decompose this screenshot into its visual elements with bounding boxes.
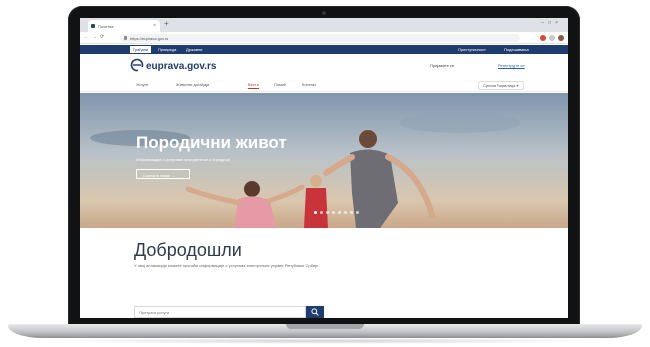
welcome-subtitle: У овој апликацији можете пронаћи информа… bbox=[134, 263, 319, 268]
hero-title: Породични живот bbox=[136, 133, 287, 152]
language-select-value: Српски ћирилица bbox=[483, 83, 516, 88]
euprava-logo-icon[interactable] bbox=[130, 58, 144, 72]
carousel-dot[interactable] bbox=[326, 211, 329, 214]
topstrip-link-accessibility[interactable]: Приступачност bbox=[458, 47, 486, 52]
hero-banner: Породични живот Информације о услугама з… bbox=[80, 93, 568, 228]
welcome-title: Добродошли bbox=[134, 240, 242, 260]
carousel-dot[interactable] bbox=[356, 211, 359, 214]
new-tab-button[interactable]: + bbox=[164, 19, 169, 28]
navigation-buttons[interactable]: ←→⟳ bbox=[84, 34, 107, 40]
nav-item-news[interactable]: Вести bbox=[248, 82, 259, 89]
browser-tab[interactable]: Почетна × bbox=[88, 20, 160, 32]
browser-tab-title: Почетна bbox=[98, 24, 114, 29]
laptop-shadow bbox=[40, 338, 610, 344]
carousel-dot[interactable] bbox=[344, 211, 347, 214]
carousel-dots bbox=[314, 211, 359, 214]
carousel-dot[interactable] bbox=[350, 211, 353, 214]
carousel-dot[interactable] bbox=[314, 211, 317, 214]
nav-item-life-events[interactable]: Животни догађаји bbox=[176, 82, 209, 87]
language-select[interactable]: Српски ћирилица ▾ bbox=[478, 81, 524, 90]
topstrip-link-citizens[interactable]: Грађани bbox=[130, 46, 152, 53]
site-header: euprava.gov.rs Пријавите се Региструјте … bbox=[80, 54, 568, 78]
address-bar[interactable]: https://euprava.gov.rs bbox=[120, 34, 520, 42]
site-top-strip: Грађани Привреда Државни Приступачност П… bbox=[80, 45, 568, 54]
hero-button-label: Сазнајте више bbox=[143, 173, 171, 178]
extension-icons bbox=[540, 35, 564, 41]
laptop-screen: Почетна × + –□× ←→⟳ https://euprava.gov.… bbox=[80, 18, 568, 318]
search-input[interactable] bbox=[134, 306, 306, 318]
hero-more-button[interactable]: Сазнајте више → bbox=[136, 169, 190, 179]
browser-toolbar: ←→⟳ https://euprava.gov.rs bbox=[80, 32, 568, 44]
browser-tab-bar: Почетна × + –□× bbox=[80, 18, 568, 32]
extension-icon-grey[interactable] bbox=[549, 35, 555, 41]
search-button[interactable] bbox=[306, 306, 324, 318]
site-logo-text[interactable]: euprava.gov.rs bbox=[146, 61, 216, 72]
carousel-dot[interactable] bbox=[320, 211, 323, 214]
laptop-lid: Почетна × + –□× ←→⟳ https://euprava.gov.… bbox=[68, 6, 580, 330]
profile-avatar-icon[interactable] bbox=[558, 35, 564, 41]
address-url: https://euprava.gov.rs bbox=[130, 36, 169, 41]
nav-item-services[interactable]: Услуге bbox=[136, 82, 148, 87]
extension-icon-red[interactable] bbox=[540, 35, 546, 41]
nav-item-help[interactable]: Помоћ bbox=[274, 82, 286, 87]
topstrip-link-business[interactable]: Привреда bbox=[158, 47, 176, 52]
carousel-dot[interactable] bbox=[338, 211, 341, 214]
nav-item-contact[interactable]: Контакт bbox=[302, 82, 316, 87]
topstrip-link-settings[interactable]: Подешавања bbox=[504, 47, 529, 52]
favicon-icon bbox=[91, 24, 95, 28]
webcam bbox=[322, 11, 326, 15]
window-controls[interactable]: –□× bbox=[541, 20, 562, 26]
carousel-dot[interactable] bbox=[332, 211, 335, 214]
search-icon bbox=[311, 308, 319, 316]
hero-subtitle: Информације о услугама за родитеље и пор… bbox=[136, 157, 231, 162]
main-navigation: Услуге Животни догађаји Вести Помоћ Конт… bbox=[80, 78, 568, 92]
lock-icon bbox=[124, 36, 127, 40]
login-text[interactable]: Пријавите се bbox=[430, 63, 454, 68]
laptop-notch bbox=[286, 324, 364, 329]
topstrip-link-state[interactable]: Државни bbox=[186, 47, 202, 52]
register-link[interactable]: Региструјте се bbox=[498, 63, 525, 68]
close-tab-icon[interactable]: × bbox=[153, 23, 156, 29]
